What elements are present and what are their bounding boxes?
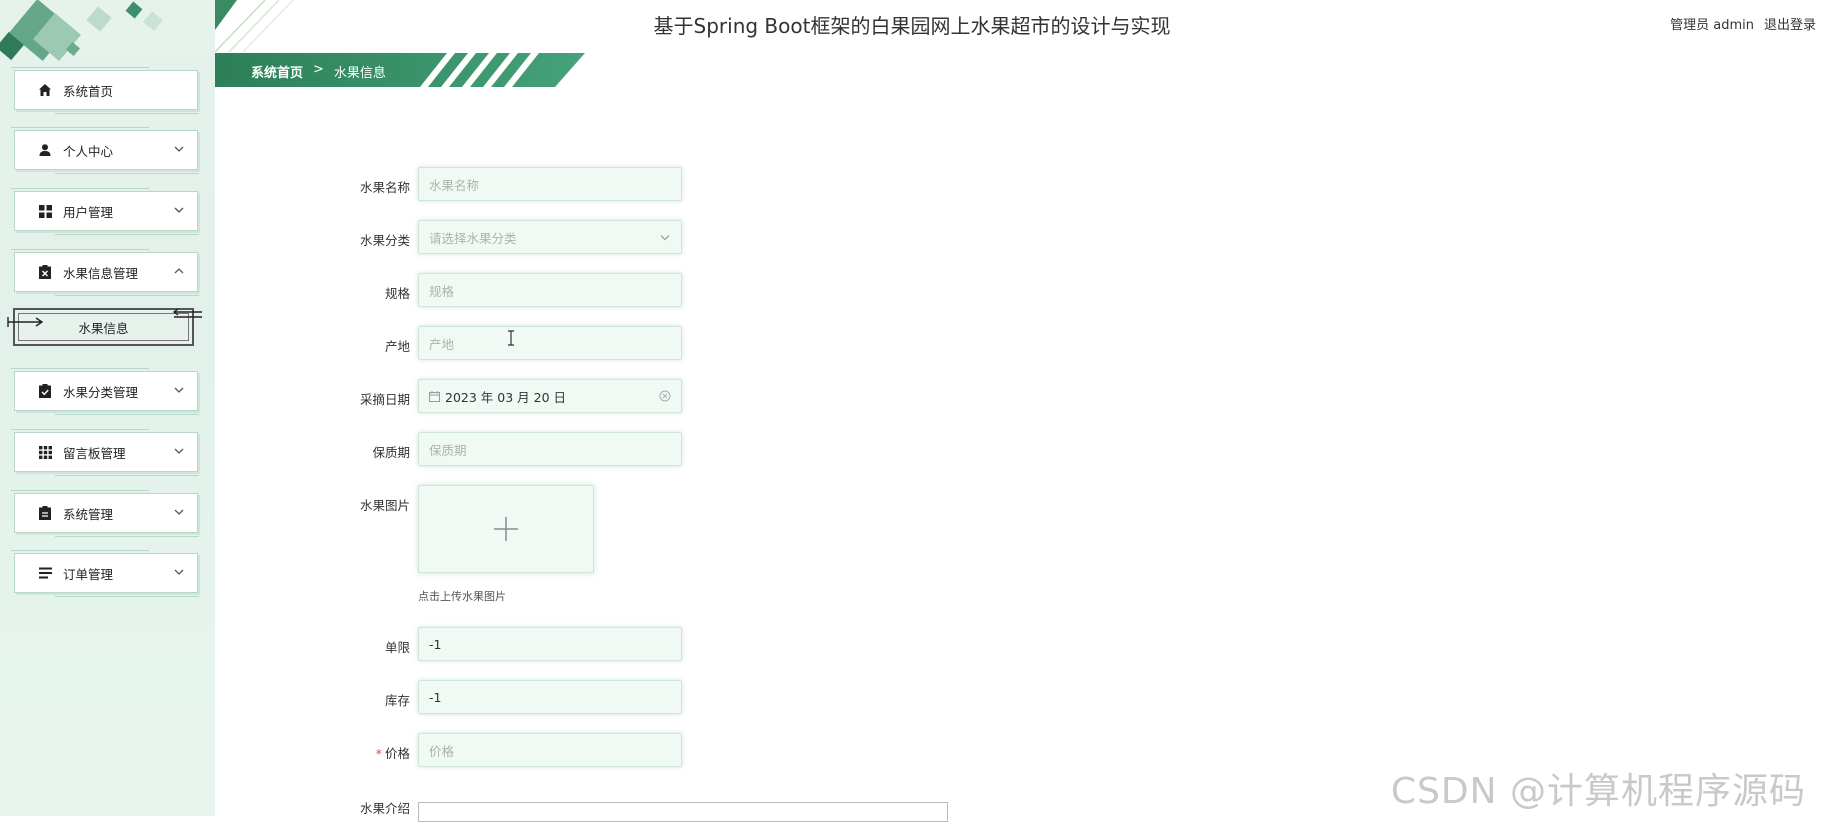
user-area: 管理员 admin 退出登录 (1670, 14, 1816, 33)
sidebar-item-label: 用户管理 (63, 204, 114, 220)
sidebar-item-label: 留言板管理 (63, 445, 126, 461)
limit-label: 单限 (384, 640, 410, 655)
apps-icon (37, 444, 53, 460)
chevron-down-icon (174, 448, 184, 454)
shelf-life-label: 保质期 (372, 445, 410, 460)
grid-icon (37, 203, 53, 219)
image-upload-button[interactable] (418, 485, 594, 573)
sidebar-item-label: 水果分类管理 (63, 384, 139, 400)
sidebar-item-label: 水果信息管理 (63, 265, 139, 281)
clipboard-x-icon (37, 264, 53, 280)
pick-date-value: 2023 年 03 月 20 日 (445, 389, 566, 405)
price-label-text: 价格 (384, 746, 410, 761)
image-label: 水果图片 (359, 498, 410, 513)
sidebar-item-order-management[interactable]: 订单管理 (11, 550, 199, 597)
watermark: CSDN @计算机程序源码 (1390, 771, 1806, 812)
clear-circle-icon[interactable] (659, 390, 671, 402)
fruit-name-input[interactable]: 水果名称 (418, 167, 682, 201)
site-title: 基于Spring Boot框架的白果园网上水果超市的设计与实现 (653, 14, 1171, 38)
current-user-label: 管理员 admin (1670, 18, 1754, 33)
sidebar: 系统首页 个人中心 用户管理 水果信息管理 水果信息 水果分类管理 留言板管理 … (0, 0, 215, 816)
pick-date-picker[interactable]: 2023 年 03 月 20 日 (418, 379, 682, 413)
sidebar-item-personal-center[interactable]: 个人中心 (11, 127, 199, 174)
calendar-icon (429, 390, 440, 402)
sidebar-item-fruit-category-management[interactable]: 水果分类管理 (11, 368, 199, 415)
clipboard-icon (37, 505, 53, 521)
limit-input[interactable]: -1 (418, 627, 682, 661)
user-icon (37, 142, 53, 158)
logout-link[interactable]: 退出登录 (1764, 14, 1816, 33)
chevron-up-icon (174, 268, 184, 274)
stock-label: 库存 (384, 693, 410, 708)
category-select-placeholder: 请选择水果分类 (429, 230, 517, 246)
plus-icon (494, 517, 518, 541)
fruit-intro-editor[interactable] (418, 802, 948, 822)
upload-tip: 点击上传水果图片 (418, 590, 506, 603)
stock-input[interactable]: -1 (418, 680, 682, 714)
pick-date-label: 采摘日期 (359, 392, 410, 407)
clipboard-check-icon (37, 383, 53, 399)
sidebar-item-system-management[interactable]: 系统管理 (11, 490, 199, 537)
sidebar-item-message-board-management[interactable]: 留言板管理 (11, 429, 199, 476)
origin-label: 产地 (384, 339, 410, 354)
sidebar-item-label: 订单管理 (63, 566, 114, 582)
list-icon (37, 565, 53, 581)
chevron-down-icon (174, 569, 184, 575)
chevron-down-icon (174, 207, 184, 213)
required-mark: * (375, 746, 382, 761)
sidebar-item-label: 系统首页 (63, 83, 114, 99)
chevron-down-icon (174, 387, 184, 393)
spec-input[interactable]: 规格 (418, 273, 682, 307)
sidebar-item-fruit-info-management[interactable]: 水果信息管理 (11, 249, 199, 296)
sidebar-item-label: 个人中心 (63, 143, 114, 159)
resize-arrow-left-icon (7, 317, 44, 327)
sidebar-item-user-management[interactable]: 用户管理 (11, 188, 199, 235)
home-icon (37, 82, 53, 98)
name-label: 水果名称 (359, 180, 410, 195)
intro-label: 水果介绍 (359, 801, 410, 816)
origin-input[interactable]: 产地 (418, 326, 682, 360)
text-cursor-icon (508, 330, 514, 346)
price-label: * 价格 (340, 743, 410, 762)
fruit-category-select[interactable]: 请选择水果分类 (418, 220, 682, 254)
category-label: 水果分类 (359, 233, 410, 248)
shelf-life-input[interactable]: 保质期 (418, 432, 682, 466)
breadcrumb: 系统首页 > 水果信息 (215, 53, 585, 87)
resize-arrow-right-icon (172, 308, 202, 318)
breadcrumb-text: 系统首页 > 水果信息 (251, 62, 386, 81)
breadcrumb-home-link[interactable]: 系统首页 (251, 62, 303, 81)
spec-label: 规格 (384, 286, 410, 301)
breadcrumb-current: 水果信息 (333, 66, 386, 81)
price-input[interactable]: 价格 (418, 733, 682, 767)
submenu-item-label: 水果信息 (78, 320, 129, 336)
chevron-down-icon (660, 235, 670, 241)
chevron-down-icon (174, 509, 184, 515)
chevron-down-icon (174, 146, 184, 152)
sidebar-item-home[interactable]: 系统首页 (11, 67, 199, 114)
sidebar-item-label: 系统管理 (63, 506, 114, 522)
breadcrumb-separator: > (313, 62, 324, 77)
